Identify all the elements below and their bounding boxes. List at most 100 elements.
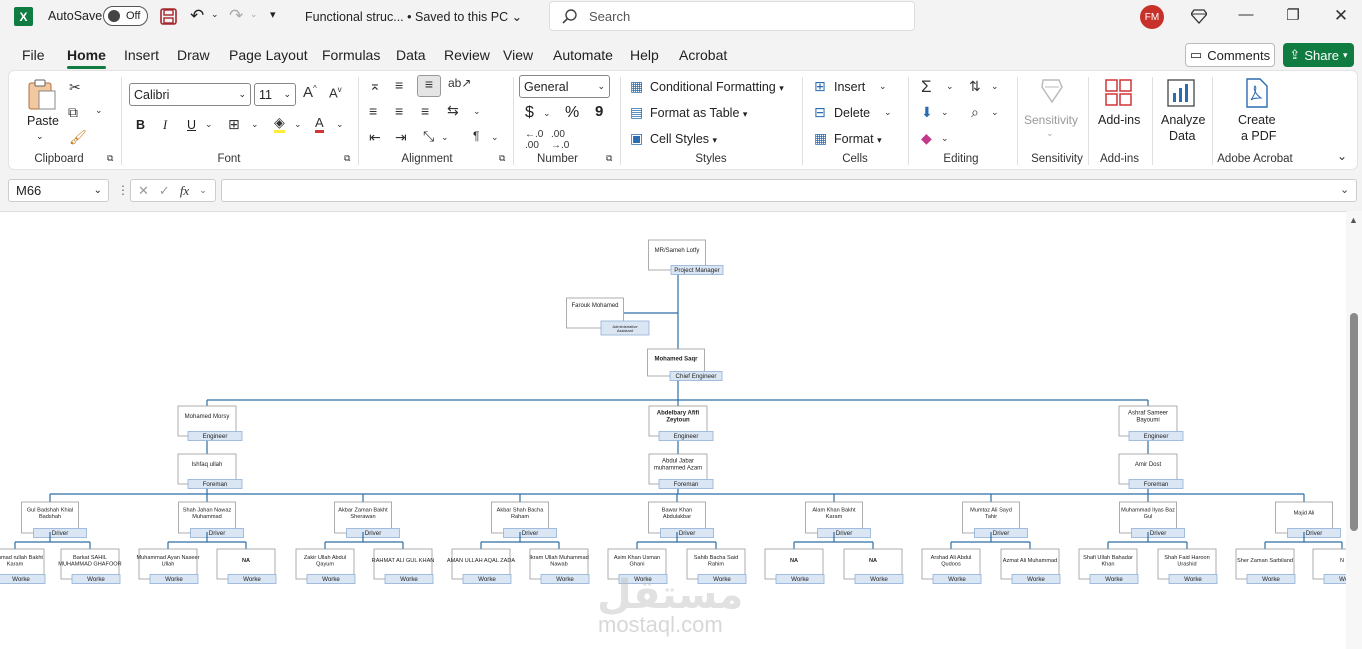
fill-dropdown-icon[interactable]: ⌄ [941, 107, 949, 118]
number-format-dropdown[interactable]: General ⌄ [519, 75, 610, 98]
sensitivity-icon[interactable] [1039, 77, 1065, 105]
format-as-table-button[interactable]: Format as Table ▾ [650, 106, 747, 120]
clear-dropdown-icon[interactable]: ⌄ [941, 133, 949, 144]
enter-icon[interactable]: ✓ [159, 183, 170, 199]
org-node[interactable]: Sher Zaman Sarbiland Worke [1235, 548, 1296, 584]
currency-dropdown-icon[interactable]: ⌄ [543, 108, 551, 119]
borders-icon[interactable]: ⊞ [228, 116, 240, 133]
vertical-scrollbar[interactable]: ▲ [1346, 211, 1362, 649]
org-node[interactable]: Shafi Ullah BahadarKhan Worke [1078, 548, 1139, 584]
format-painter-icon[interactable]: 🖌 [69, 129, 87, 146]
font-name-dropdown[interactable]: Calibri ⌄ [129, 83, 251, 106]
decrease-font-size-icon[interactable]: Av [329, 85, 342, 100]
customize-qat-icon[interactable]: ▾ [270, 8, 276, 21]
format-cells-button[interactable]: Format ▾ [834, 132, 882, 146]
tab-review[interactable]: Review [444, 47, 490, 63]
close-icon[interactable]: ✕ [1331, 6, 1351, 26]
cancel-icon[interactable]: ✕ [138, 183, 149, 199]
font-color-dropdown-icon[interactable]: ⌄ [336, 119, 344, 130]
insert-dropdown-icon[interactable]: ⌄ [879, 81, 887, 92]
org-node[interactable]: NA Worke [216, 548, 277, 584]
autosave-toggle[interactable]: Off [103, 6, 148, 26]
increase-indent-icon[interactable]: ⇥ [395, 129, 407, 146]
paste-dropdown-icon[interactable]: ⌄ [36, 131, 44, 142]
org-node[interactable]: Alam Khan BakhtKaram Driver [805, 501, 871, 538]
tab-automate[interactable]: Automate [553, 47, 613, 63]
cell-styles-button[interactable]: Cell Styles ▾ [650, 132, 717, 146]
org-node[interactable]: Arshad Ali AbdulQudoos Worke [921, 548, 982, 584]
org-node[interactable]: NA Worke [764, 548, 825, 584]
function-dropdown-icon[interactable]: ⌄ [199, 185, 207, 196]
delete-dropdown-icon[interactable]: ⌄ [884, 107, 892, 118]
align-right-icon[interactable]: ≡ [421, 103, 429, 119]
align-top-icon[interactable]: ⌅ [369, 77, 381, 94]
org-node[interactable]: Muhammad Ayan NaseerUllah Worke [136, 548, 200, 584]
align-left-icon[interactable]: ≡ [369, 103, 377, 119]
paste-label[interactable]: Paste [27, 114, 59, 128]
cut-icon[interactable]: ✂ [69, 79, 81, 96]
org-node[interactable]: Ikram Ullah MuhammadNawab Worke [529, 548, 590, 584]
format-as-table-icon[interactable]: ▤ [630, 104, 643, 121]
org-node[interactable]: Akbar Shah BachaRaham Driver [491, 501, 557, 538]
clipboard-launcher-icon[interactable]: ⧉ [107, 153, 113, 164]
increase-decimal-icon[interactable]: ←.0.00 [525, 129, 543, 151]
name-box[interactable]: M66 ⌄ [8, 179, 109, 202]
collapse-ribbon-icon[interactable]: ⌄ [1337, 149, 1347, 163]
decrease-indent-icon[interactable]: ⇤ [369, 129, 381, 146]
org-node[interactable]: AMAN ULLAH AQAL ZADA Worke [447, 548, 515, 584]
scroll-up-icon[interactable]: ▲ [1349, 215, 1358, 225]
italic-button[interactable]: I [163, 118, 167, 133]
add-ins-icon[interactable] [1105, 79, 1133, 107]
document-title[interactable]: Functional struc... • Saved to this PC ⌄ [305, 9, 522, 24]
tab-file[interactable]: File [22, 47, 45, 63]
autosum-icon[interactable]: Σ [921, 77, 932, 97]
org-node[interactable]: Mumtaz Ali SaydTahir Driver [962, 501, 1028, 538]
underline-dropdown-icon[interactable]: ⌄ [205, 119, 213, 130]
find-select-icon[interactable]: ⌕ [971, 104, 979, 121]
font-size-dropdown[interactable]: 11 ⌄ [254, 83, 296, 106]
org-node[interactable]: Shah Faid HaroonUrashid Worke [1157, 548, 1218, 584]
minimize-icon[interactable]: — [1236, 6, 1256, 23]
conditional-formatting-icon[interactable]: ▦ [630, 78, 643, 95]
analyze-data-icon[interactable] [1167, 79, 1195, 107]
delete-cells-icon[interactable]: ⊟ [814, 104, 826, 121]
insert-cells-icon[interactable]: ⊞ [814, 78, 826, 95]
paste-icon[interactable] [27, 79, 57, 111]
autosum-dropdown-icon[interactable]: ⌄ [946, 81, 954, 92]
clear-icon[interactable]: ◆ [921, 130, 932, 147]
align-middle-icon[interactable]: ≡ [395, 77, 403, 93]
org-node[interactable]: Ashraf SameerBayoumi Engineer [1118, 405, 1184, 441]
org-node[interactable]: Majid Ali Driver [1275, 501, 1341, 538]
font-launcher-icon[interactable]: ⧉ [344, 153, 350, 164]
org-node[interactable]: Bawar KhanAbdulakbar Driver [648, 501, 714, 538]
org-node[interactable]: Amir Dost Foreman [1118, 453, 1184, 489]
tab-home[interactable]: Home [67, 47, 106, 69]
sensitivity-dropdown-icon[interactable]: ⌄ [1046, 128, 1054, 139]
org-node[interactable]: Mohamed Saqr Chief Engineer [647, 348, 723, 381]
tab-insert[interactable]: Insert [124, 47, 159, 63]
tab-formulas[interactable]: Formulas [322, 47, 380, 63]
align-center-icon[interactable]: ≡ [395, 103, 403, 119]
redo-icon[interactable]: ↷ [229, 6, 243, 26]
org-node[interactable]: Abdelbary AfifiZeytoun Engineer [648, 405, 714, 441]
tab-help[interactable]: Help [630, 47, 659, 63]
tab-data[interactable]: Data [396, 47, 426, 63]
analyze-label-1[interactable]: Analyze [1161, 113, 1205, 127]
comma-style-button[interactable]: 9 [595, 103, 603, 120]
borders-dropdown-icon[interactable]: ⌄ [251, 119, 259, 130]
orientation-icon[interactable]: ab↗ [448, 76, 471, 90]
worksheet-area[interactable]: MR/Sameh Lotfy Project Manager Farouk Moha… [0, 211, 1346, 649]
undo-icon[interactable]: ↶ [190, 6, 204, 26]
org-node[interactable]: Azmat Ali Muhammad Worke [1000, 548, 1061, 584]
conditional-formatting-button[interactable]: Conditional Formatting ▾ [650, 80, 784, 94]
merge-center-icon[interactable]: ⤡ [423, 128, 434, 145]
decrease-decimal-icon[interactable]: .00 →.0 [551, 129, 569, 151]
user-avatar[interactable]: FM [1140, 5, 1164, 29]
fill-icon[interactable]: ⬇ [921, 104, 933, 121]
org-node[interactable]: Shah Jahan NawazMuhammad Driver [178, 501, 244, 538]
create-pdf-label-2[interactable]: a PDF [1241, 129, 1276, 143]
org-node[interactable]: N Worke [1312, 548, 1346, 584]
copy-icon[interactable]: ⧉ [68, 104, 78, 121]
formula-input[interactable] [221, 179, 1357, 202]
sort-dropdown-icon[interactable]: ⌄ [991, 81, 999, 92]
